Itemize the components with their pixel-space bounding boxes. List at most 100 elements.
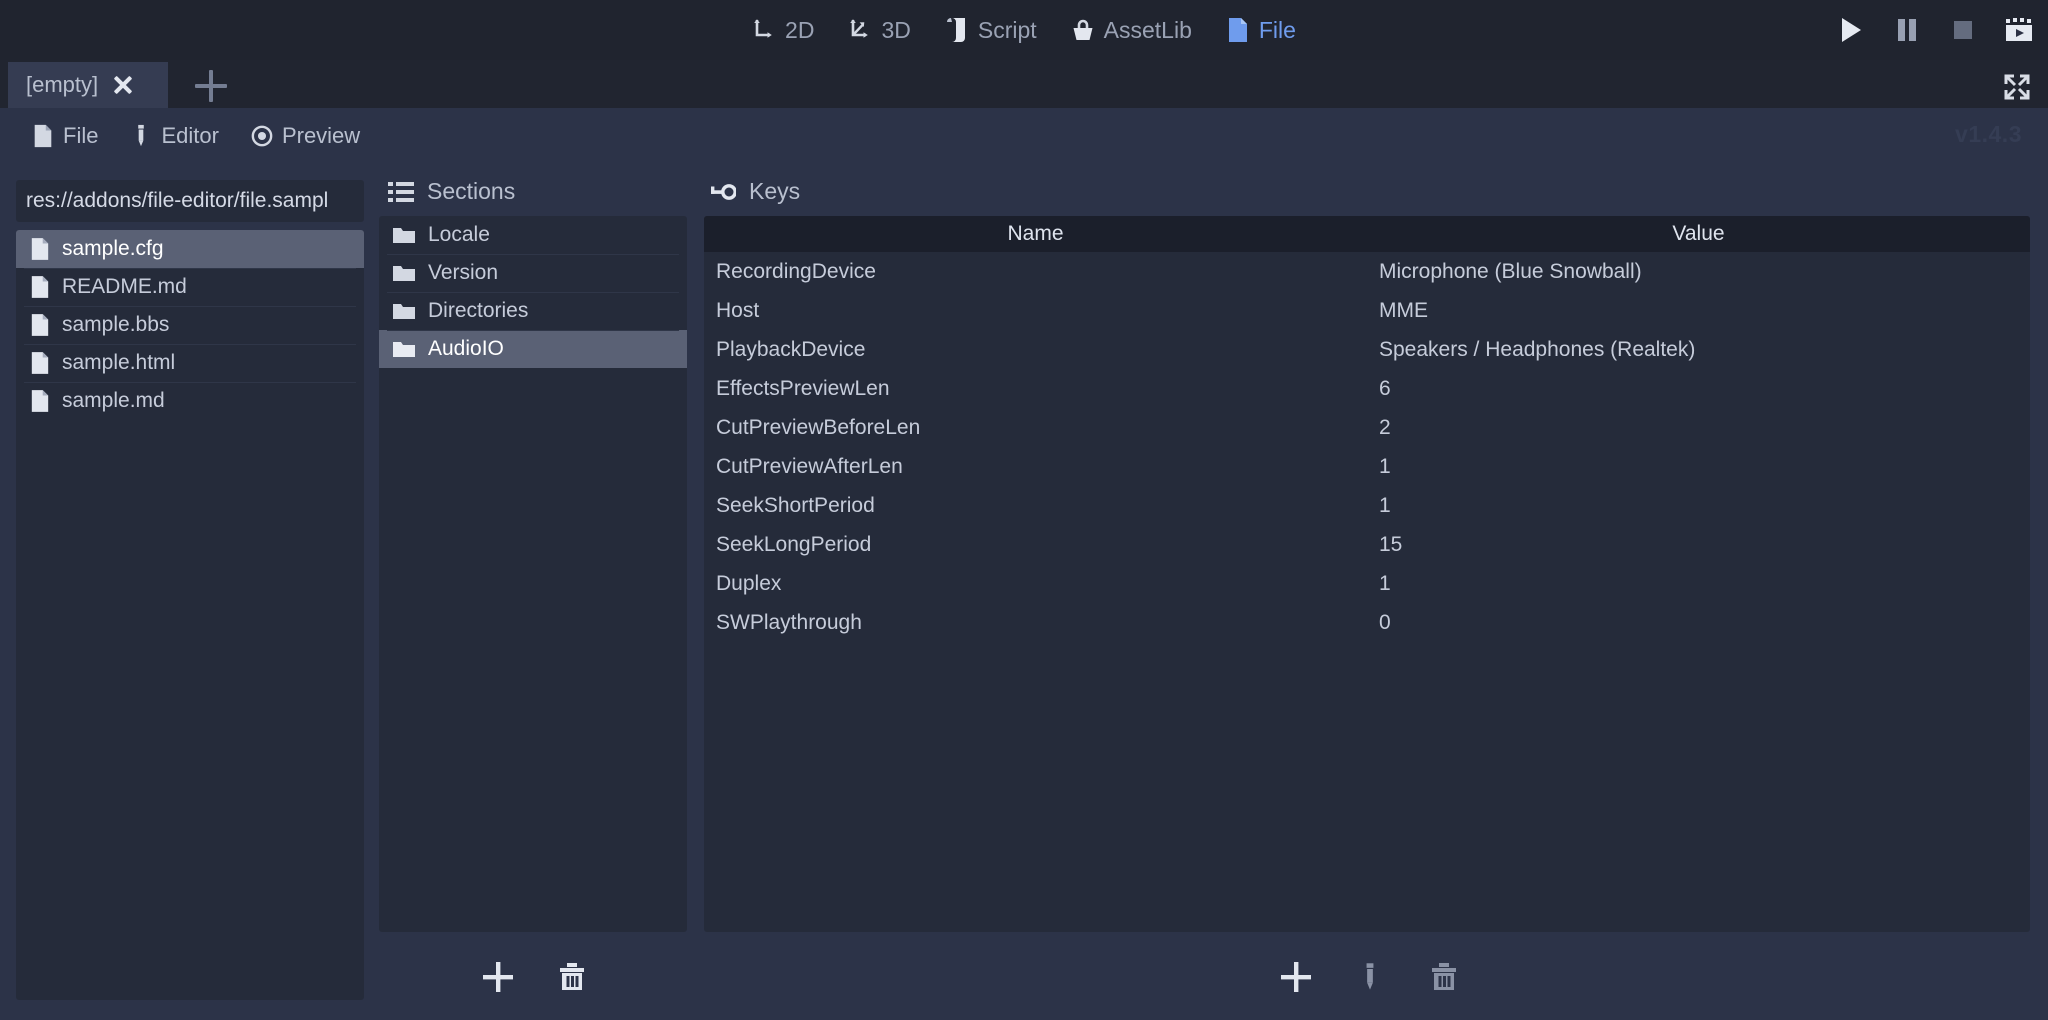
play-icon (1842, 18, 1861, 42)
toolbar-editor-menu[interactable]: Editor (120, 118, 228, 154)
list-item-label: Version (428, 261, 499, 284)
menu-item-script[interactable]: Script (933, 11, 1049, 50)
menu-item-2d[interactable]: 2D (740, 11, 826, 50)
fullscreen-icon[interactable] (2000, 70, 2034, 104)
list-item-label: Locale (428, 223, 490, 246)
cell-key-value: 2 (1379, 415, 1391, 439)
keys-title: Keys (749, 178, 801, 204)
play-button[interactable] (1834, 13, 1868, 47)
sections-panel: Sections Locale Version Directories Audi… (378, 164, 691, 1012)
cell-key-value: Microphone (Blue Snowball) (1379, 259, 1642, 283)
menu-item-2d-label: 2D (785, 16, 815, 43)
list-item-label: README.md (62, 275, 187, 298)
list-item[interactable]: Locale (379, 216, 687, 254)
delete-section-button[interactable] (555, 960, 589, 994)
list-item-label: AudioIO (428, 337, 504, 360)
file-blue-icon (1228, 18, 1247, 42)
edit-key-button[interactable] (1353, 960, 1387, 994)
list-item-label: sample.html (62, 351, 176, 374)
path-input[interactable]: res://addons/file-editor/file.sampl (16, 180, 364, 222)
list-item-label: sample.bbs (62, 313, 170, 336)
table-row[interactable]: SeekShortPeriod 1 (704, 486, 2030, 525)
file-icon (31, 276, 49, 298)
table-row[interactable]: CutPreviewBeforeLen 2 (704, 408, 2030, 447)
pause-icon (1898, 19, 1916, 41)
file-list[interactable]: sample.cfg README.md sample.bbs sample.h… (16, 230, 364, 1000)
movie-write-button[interactable] (2002, 13, 2036, 47)
cell-key-name: SeekShortPeriod (716, 493, 875, 517)
table-row[interactable]: SWPlaythrough 0 (704, 603, 2030, 642)
sections-title: Sections (427, 178, 516, 204)
pause-button[interactable] (1890, 13, 1924, 47)
cell-key-name: CutPreviewAfterLen (716, 454, 903, 478)
list-item[interactable]: sample.bbs (16, 306, 364, 344)
list-item[interactable]: README.md (16, 268, 364, 306)
tab-empty[interactable]: [empty] (8, 62, 168, 108)
toolbar-file-menu[interactable]: File (22, 118, 108, 154)
keys-table[interactable]: Name Value RecordingDevice Microphone (B… (704, 216, 2030, 932)
list-item[interactable]: sample.html (16, 344, 364, 382)
table-row[interactable]: Duplex 1 (704, 564, 2030, 603)
table-row[interactable]: CutPreviewAfterLen 1 (704, 447, 2030, 486)
cell-key-value: 15 (1379, 532, 1403, 556)
list-item[interactable]: Version (379, 254, 687, 292)
table-row[interactable]: RecordingDevice Microphone (Blue Snowbal… (704, 252, 2030, 291)
cell-key-name: SWPlaythrough (716, 610, 862, 634)
table-row[interactable]: SeekLongPeriod 15 (704, 525, 2030, 564)
add-key-button[interactable] (1279, 960, 1313, 994)
list-item-label: sample.md (62, 389, 165, 412)
keys-header: Keys (700, 164, 2040, 217)
delete-key-button[interactable] (1427, 960, 1461, 994)
list-item[interactable]: AudioIO (379, 330, 687, 368)
table-row[interactable]: Host MME (704, 291, 2030, 330)
table-row[interactable]: PlaybackDevice Speakers / Headphones (Re… (704, 330, 2030, 369)
stop-button[interactable] (1946, 13, 1980, 47)
toolbar-preview-label: Preview (281, 123, 361, 148)
menu-item-assetlib[interactable]: AssetLib (1059, 11, 1204, 50)
cell-key-name: Host (716, 298, 760, 322)
menu-item-assetlib-label: AssetLib (1103, 16, 1192, 43)
playback-controls (1834, 0, 2036, 60)
list-item-label: sample.cfg (62, 237, 164, 260)
table-header-row: Name Value (704, 216, 2030, 252)
folder-icon (393, 266, 415, 281)
table-row[interactable]: EffectsPreviewLen 6 (704, 369, 2030, 408)
toolbar-file-label: File (63, 123, 99, 148)
file-icon (34, 124, 52, 148)
main-menu-items: 2D 3D Script AssetLib File (0, 0, 2048, 60)
folder-icon (393, 304, 415, 319)
cell-key-value: 1 (1379, 571, 1391, 595)
list-item-label: Directories (428, 299, 529, 322)
toolbar-preview-menu[interactable]: Preview (241, 118, 370, 154)
column-header-name[interactable]: Name (704, 216, 1367, 252)
toolbar-editor-label: Editor (161, 123, 219, 148)
menu-item-3d[interactable]: 3D (836, 11, 922, 50)
cell-key-name: SeekLongPeriod (716, 532, 872, 556)
sections-list[interactable]: Locale Version Directories AudioIO (379, 216, 687, 932)
list-item[interactable]: Directories (379, 292, 687, 330)
file-icon (31, 352, 49, 374)
movie-clip-icon (2006, 18, 2032, 41)
file-editor-plugin: File Editor Preview v1.4.3 res://addons/… (0, 108, 2048, 1020)
keys-panel: Keys Name Value RecordingDevice Micropho… (700, 164, 2040, 1012)
menu-item-file[interactable]: File (1214, 11, 1308, 50)
column-header-value[interactable]: Value (1367, 216, 2030, 252)
add-section-button[interactable] (481, 960, 515, 994)
list-item[interactable]: sample.md (16, 382, 364, 420)
cell-key-name: PlaybackDevice (716, 337, 866, 361)
menu-item-file-label: File (1258, 16, 1296, 43)
close-icon[interactable] (112, 74, 134, 96)
files-panel: res://addons/file-editor/file.sampl samp… (8, 164, 364, 1012)
main-menu-bar: 2D 3D Script AssetLib File (0, 0, 2048, 60)
version-label: v1.4.3 (1955, 121, 2022, 147)
cell-key-value: 0 (1379, 610, 1391, 634)
file-icon (31, 314, 49, 336)
plus-icon[interactable] (195, 70, 227, 102)
menu-item-3d-label: 3D (881, 16, 911, 43)
list-icon (388, 181, 414, 202)
cell-key-value: MME (1379, 298, 1428, 322)
list-item[interactable]: sample.cfg (16, 230, 364, 268)
plus-icon (1281, 962, 1311, 992)
file-icon (31, 390, 49, 412)
plus-icon (482, 962, 513, 992)
